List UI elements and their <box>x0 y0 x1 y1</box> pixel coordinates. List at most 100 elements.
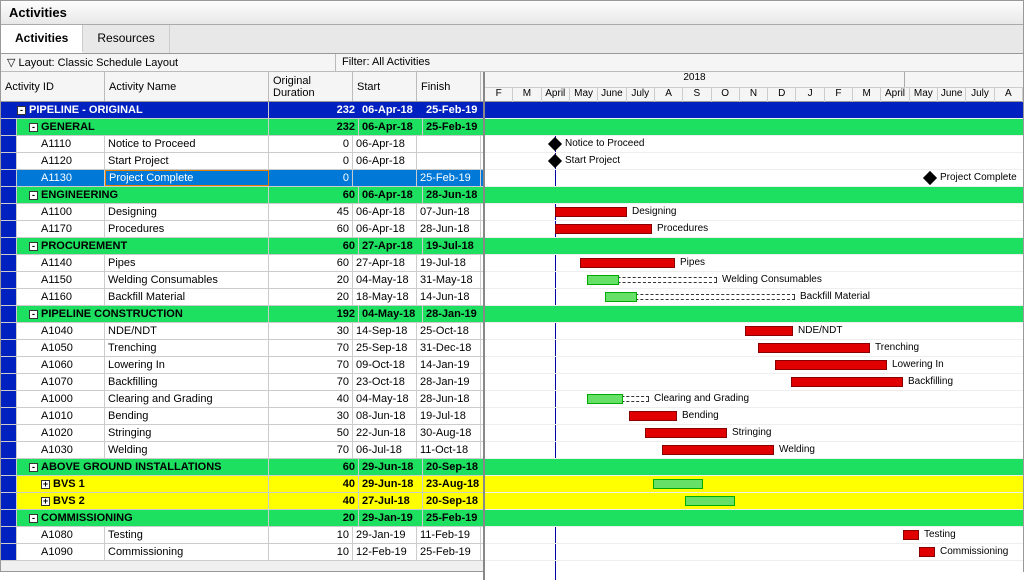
original-duration: 20 <box>269 272 353 288</box>
gantt-chart[interactable]: 20182019FMAprilMayJuneJulyASONDJFMAprilM… <box>485 72 1023 580</box>
gantt-bar[interactable] <box>685 496 735 506</box>
gantt-bar[interactable] <box>653 479 703 489</box>
gantt-bar[interactable] <box>775 360 887 370</box>
table-row[interactable]: A1070Backfilling7023-Oct-1828-Jan-19 <box>1 374 483 391</box>
col-start[interactable]: Start <box>353 72 417 101</box>
table-row[interactable]: -ENGINEERING6006-Apr-1828-Jun-18 <box>1 187 483 204</box>
table-row[interactable]: +BVS 14029-Jun-1823-Aug-18 <box>1 476 483 493</box>
table-row[interactable]: A1080Testing1029-Jan-1911-Feb-19 <box>1 527 483 544</box>
activity-name: Stringing <box>105 425 269 441</box>
start-date: 06-Apr-18 <box>353 221 417 237</box>
table-row[interactable]: A1170Procedures6006-Apr-1828-Jun-18 <box>1 221 483 238</box>
expand-toggle[interactable]: + <box>41 497 50 506</box>
gantt-bar[interactable] <box>580 258 675 268</box>
expand-toggle[interactable]: - <box>29 123 38 132</box>
table-row[interactable]: A1100Designing4506-Apr-1807-Jun-18 <box>1 204 483 221</box>
gantt-bar[interactable] <box>903 530 919 540</box>
table-row[interactable]: A1120Start Project006-Apr-18 <box>1 153 483 170</box>
gantt-month: A <box>995 87 1023 102</box>
gantt-bar[interactable] <box>555 207 627 217</box>
expand-toggle[interactable]: + <box>41 480 50 489</box>
layout-selector[interactable]: ▽ Layout: Classic Schedule Layout <box>1 54 336 71</box>
expand-toggle[interactable]: - <box>29 310 38 319</box>
gantt-bar[interactable] <box>645 428 727 438</box>
gantt-bar[interactable] <box>758 343 870 353</box>
table-row[interactable]: -PROCUREMENT6027-Apr-1819-Jul-18 <box>1 238 483 255</box>
table-row[interactable]: A1020Stringing5022-Jun-1830-Aug-18 <box>1 425 483 442</box>
gantt-bar[interactable] <box>605 292 637 302</box>
table-row[interactable]: -COMMISSIONING2029-Jan-1925-Feb-19 <box>1 510 483 527</box>
activity-id: A1130 <box>17 170 105 186</box>
table-row[interactable]: A1010Bending3008-Jun-1819-Jul-18 <box>1 408 483 425</box>
gantt-month: D <box>768 87 796 102</box>
gantt-month: June <box>938 87 966 102</box>
table-row[interactable]: -GENERAL23206-Apr-1825-Feb-19 <box>1 119 483 136</box>
table-row[interactable]: +BVS 24027-Jul-1820-Sep-18 <box>1 493 483 510</box>
gantt-bar[interactable] <box>587 394 623 404</box>
table-row[interactable]: A1030Welding7006-Jul-1811-Oct-18 <box>1 442 483 459</box>
col-original-duration[interactable]: Original Duration <box>269 72 353 101</box>
finish-date: 28-Jun-18 <box>423 187 483 203</box>
table-row[interactable]: -PIPELINE CONSTRUCTION19204-May-1828-Jan… <box>1 306 483 323</box>
expand-toggle[interactable]: - <box>29 514 38 523</box>
col-finish[interactable]: Finish <box>417 72 481 101</box>
activity-table: Activity ID Activity Name Original Durat… <box>1 72 485 580</box>
table-row[interactable]: A1140Pipes6027-Apr-1819-Jul-18 <box>1 255 483 272</box>
activity-id: A1100 <box>17 204 105 220</box>
expand-toggle[interactable]: - <box>17 106 26 115</box>
table-row[interactable]: A1110Notice to Proceed006-Apr-18 <box>1 136 483 153</box>
original-duration: 232 <box>275 119 359 135</box>
gantt-month: July <box>966 87 994 102</box>
gantt-label: Lowering In <box>892 359 944 370</box>
activity-name: Lowering In <box>105 357 269 373</box>
gantt-bar[interactable] <box>587 275 619 285</box>
table-row[interactable]: A1150Welding Consumables2004-May-1831-Ma… <box>1 272 483 289</box>
table-row[interactable]: A1130Project Complete025-Feb-19 <box>1 170 483 187</box>
col-activity-name[interactable]: Activity Name <box>105 72 269 101</box>
activity-name: Testing <box>105 527 269 543</box>
gantt-bar[interactable] <box>745 326 793 336</box>
table-row[interactable]: A1060Lowering In7009-Oct-1814-Jan-19 <box>1 357 483 374</box>
start-date: 06-Apr-18 <box>359 119 423 135</box>
gantt-bar[interactable] <box>629 411 677 421</box>
finish-date: 31-May-18 <box>417 272 481 288</box>
gantt-bar[interactable] <box>662 445 774 455</box>
table-row[interactable]: A1160Backfill Material2018-May-1814-Jun-… <box>1 289 483 306</box>
gantt-bar[interactable] <box>791 377 903 387</box>
table-row[interactable]: A1000Clearing and Grading4004-May-1828-J… <box>1 391 483 408</box>
original-duration: 70 <box>269 374 353 390</box>
tab-activities[interactable]: Activities <box>1 25 83 53</box>
gantt-bar[interactable] <box>919 547 935 557</box>
expand-toggle[interactable]: - <box>29 463 38 472</box>
gantt-month: May <box>910 87 938 102</box>
col-activity-id[interactable]: Activity ID <box>1 72 105 101</box>
activity-id: -ABOVE GROUND INSTALLATIONS <box>17 459 269 475</box>
finish-date: 19-Jul-18 <box>417 408 481 424</box>
table-row[interactable]: A1090Commissioning1012-Feb-1925-Feb-19 <box>1 544 483 561</box>
start-date: 29-Jan-19 <box>359 510 423 526</box>
original-duration: 60 <box>269 255 353 271</box>
table-row[interactable]: A1040NDE/NDT3014-Sep-1825-Oct-18 <box>1 323 483 340</box>
gantt-label: Project Complete <box>940 172 1017 183</box>
table-row[interactable]: -ABOVE GROUND INSTALLATIONS6029-Jun-1820… <box>1 459 483 476</box>
expand-toggle[interactable]: - <box>29 242 38 251</box>
column-headers: Activity ID Activity Name Original Durat… <box>1 72 483 102</box>
gantt-bar[interactable] <box>555 224 652 234</box>
filter-selector[interactable]: Filter: All Activities <box>336 54 1023 71</box>
table-row[interactable]: -PIPELINE - ORIGINAL23206-Apr-1825-Feb-1… <box>1 102 483 119</box>
start-date: 29-Jun-18 <box>359 459 423 475</box>
tab-resources[interactable]: Resources <box>83 25 169 53</box>
activity-id: A1050 <box>17 340 105 356</box>
finish-date: 25-Feb-19 <box>423 510 483 526</box>
gantt-body[interactable]: Notice to ProceedStart ProjectProject Co… <box>485 102 1023 580</box>
start-date: 29-Jun-18 <box>359 476 423 492</box>
finish-date <box>417 136 481 152</box>
gantt-month: April <box>881 87 909 102</box>
activity-id: A1120 <box>17 153 105 169</box>
activity-name: Backfilling <box>105 374 269 390</box>
expand-toggle[interactable]: - <box>29 191 38 200</box>
table-row[interactable]: A1050Trenching7025-Sep-1831-Dec-18 <box>1 340 483 357</box>
finish-date: 19-Jul-18 <box>417 255 481 271</box>
activity-id: A1030 <box>17 442 105 458</box>
activity-id: A1080 <box>17 527 105 543</box>
